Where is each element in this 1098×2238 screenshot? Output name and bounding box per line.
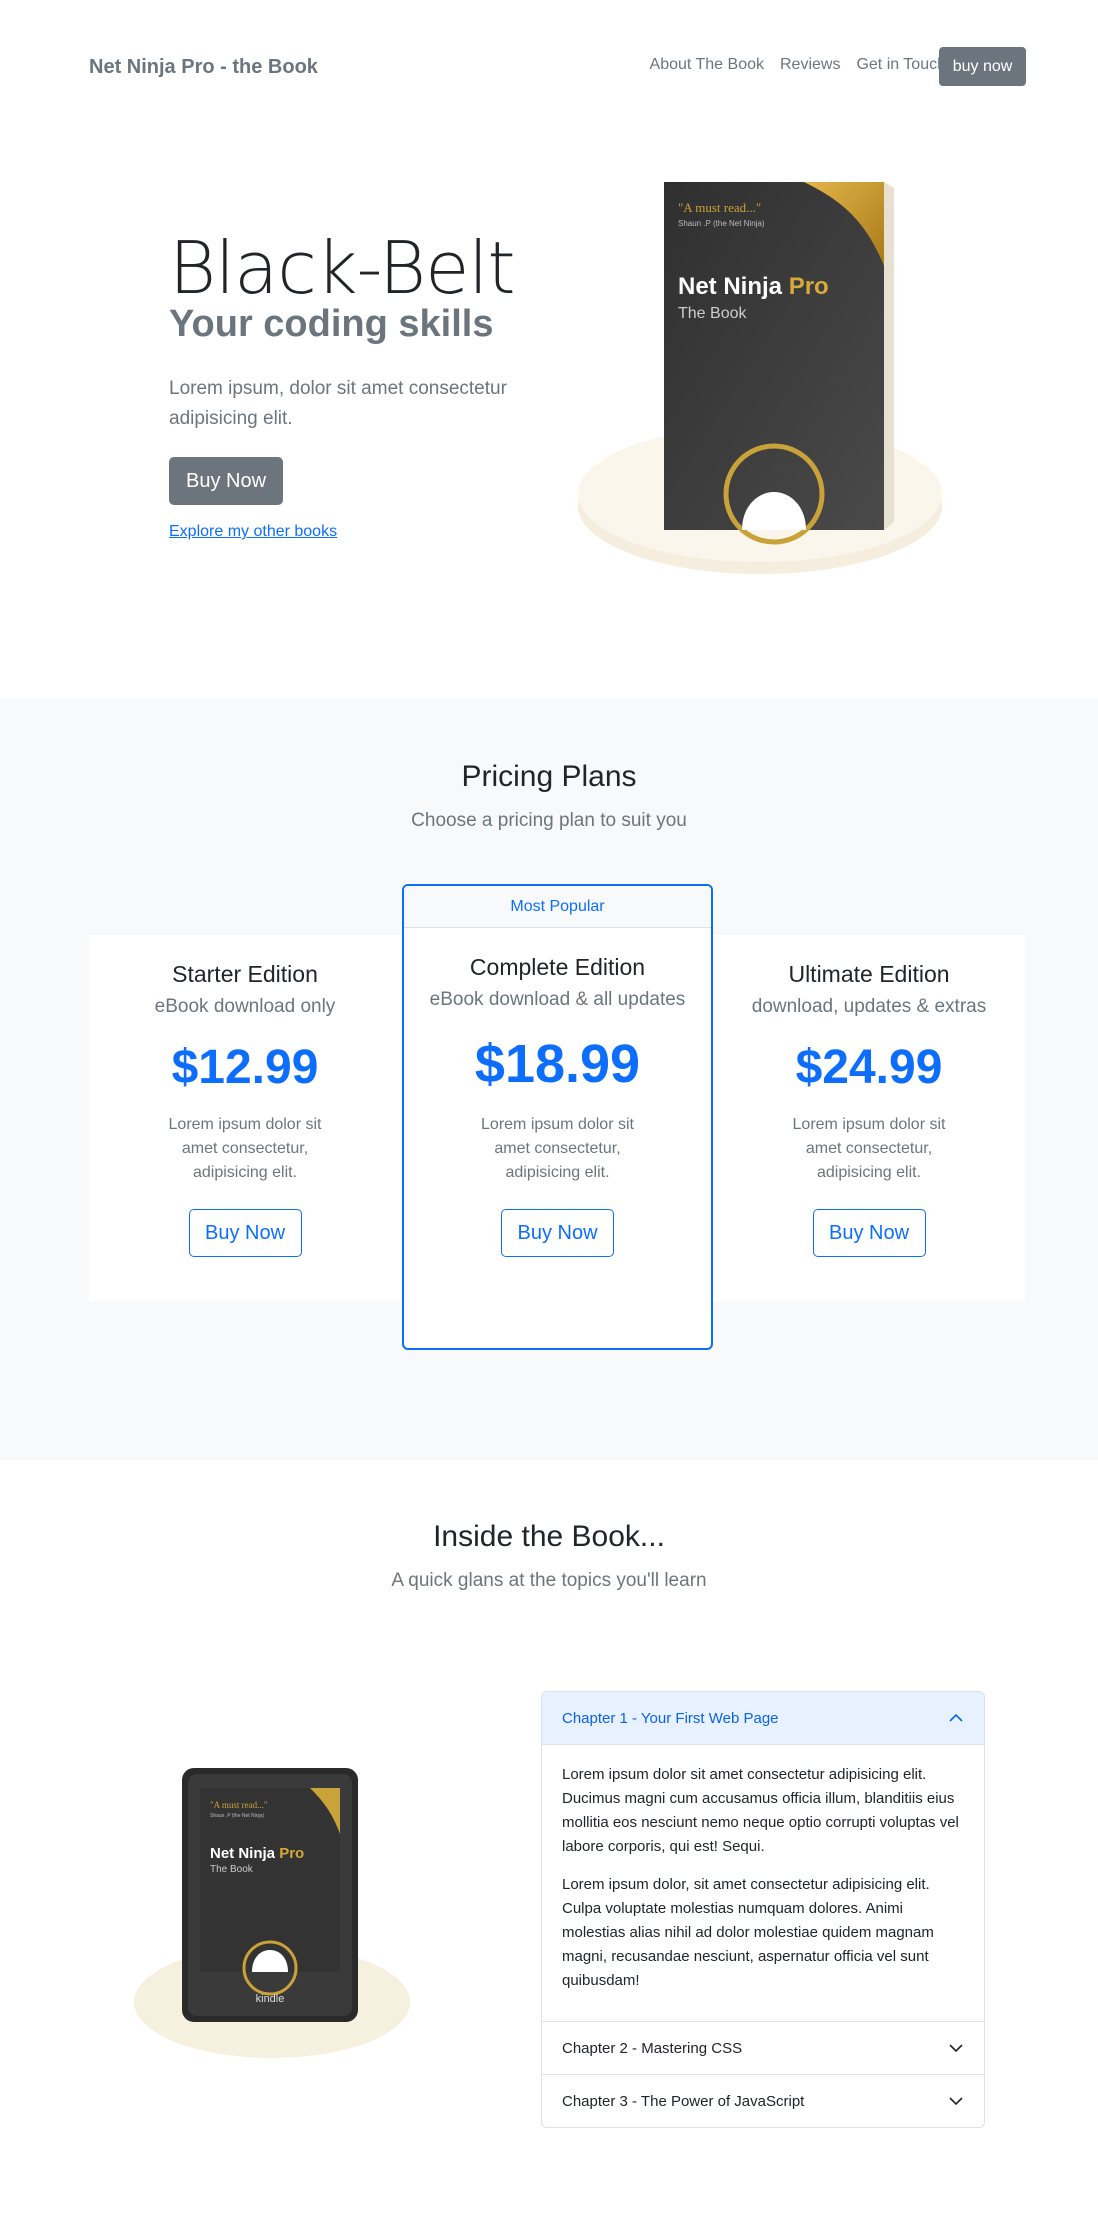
plan-description: download, updates & extras — [751, 996, 987, 1017]
buy-ultimate-button[interactable]: Buy Now — [812, 1209, 926, 1257]
chevron-down-icon — [949, 2097, 963, 2106]
chapter-3-header[interactable]: Chapter 3 - The Power of JavaScript — [542, 2074, 984, 2127]
book-title-pro: Pro — [789, 273, 829, 300]
pricing-card-starter: Starter Edition eBook download only $12.… — [89, 935, 401, 1301]
book-subtitle: The Book — [678, 305, 747, 322]
pricing-card-complete: Most Popular Complete Edition eBook down… — [402, 884, 713, 1350]
svg-text:Net Ninja Pro: Net Ninja Pro — [678, 273, 829, 300]
nav-links: About The Book Reviews Get in Touch — [650, 56, 946, 74]
hero-buy-button[interactable]: Buy Now — [169, 457, 283, 505]
plan-text: Lorem ipsum dolor sit amet consectetur, … — [168, 1116, 322, 1181]
kindle-image: "A must read..." Shaun .P (the Net Ninja… — [134, 1768, 410, 2058]
book-quote-author: Shaun .P (the Net Ninja) — [678, 219, 765, 228]
hero-lead: Lorem ipsum, dolor sit amet consectetur … — [169, 378, 507, 429]
kindle-label: kindle — [256, 1993, 285, 2005]
plan-text: Lorem ipsum dolor sit amet consectetur, … — [481, 1116, 634, 1181]
chapter-2-header[interactable]: Chapter 2 - Mastering CSS — [542, 2021, 984, 2074]
nav-buy-button[interactable]: buy now — [939, 47, 1026, 86]
chapter-1-paragraph: Lorem ipsum dolor, sit amet consectetur … — [562, 1876, 934, 1989]
kindle-quote: "A must read..." — [210, 1800, 268, 1810]
plan-name: Ultimate Edition — [788, 961, 950, 987]
pricing-subtitle: Choose a pricing plan to suit you — [411, 810, 687, 831]
buy-starter-button[interactable]: Buy Now — [188, 1209, 302, 1257]
kindle-title-pro: Pro — [279, 1845, 304, 1862]
plan-description: eBook download only — [154, 996, 336, 1017]
chapter-3-title: Chapter 3 - The Power of JavaScript — [562, 2092, 805, 2110]
chapter-1-title: Chapter 1 - Your First Web Page — [562, 1709, 779, 1727]
plan-name: Complete Edition — [469, 954, 646, 980]
kindle-title-main: Net Ninja — [210, 1845, 279, 1862]
chapter-1-paragraph: Lorem ipsum dolor sit amet consectetur a… — [562, 1766, 959, 1855]
hero-subtitle: Your coding skills — [169, 303, 494, 345]
chapter-1-header[interactable]: Chapter 1 - Your First Web Page — [542, 1692, 984, 1745]
book-title-main: Net Ninja — [678, 273, 789, 300]
explore-books-link[interactable]: Explore my other books — [169, 523, 337, 541]
buy-complete-button[interactable]: Buy Now — [501, 1209, 614, 1257]
svg-text:Net Ninja Pro: Net Ninja Pro — [210, 1845, 304, 1862]
chapters-accordion: Chapter 1 - Your First Web Page Lorem ip… — [541, 1691, 985, 2128]
plan-text: Lorem ipsum dolor sit amet consectetur, … — [792, 1116, 946, 1181]
chevron-up-icon — [949, 1713, 963, 1722]
pricing-title: Pricing Plans — [461, 760, 637, 793]
navbar: Net Ninja Pro - the Book About The Book … — [0, 0, 1098, 136]
plan-name: Starter Edition — [172, 961, 318, 987]
chevron-down-icon — [949, 2044, 963, 2053]
plan-price: $18.99 — [474, 1034, 641, 1094]
pricing-card-ultimate: Ultimate Edition download, updates & ext… — [713, 935, 1025, 1301]
plan-price: $12.99 — [171, 1041, 319, 1094]
brand-logo[interactable]: Net Ninja Pro - the Book — [89, 56, 318, 79]
inside-title: Inside the Book... — [433, 1520, 665, 1553]
chapter-2-title: Chapter 2 - Mastering CSS — [562, 2039, 743, 2057]
kindle-subtitle: The Book — [210, 1864, 254, 1875]
most-popular-badge: Most Popular — [404, 886, 711, 928]
nav-link-contact[interactable]: Get in Touch — [856, 56, 946, 74]
inside-subtitle: A quick glans at the topics you'll learn — [391, 1570, 707, 1591]
book-quote: "A must read..." — [678, 200, 761, 215]
plan-price: $24.99 — [795, 1041, 943, 1094]
nav-link-about[interactable]: About The Book — [650, 56, 764, 74]
hero-title: Black-Belt — [169, 226, 516, 310]
plan-description: eBook download & all updates — [429, 989, 686, 1010]
chapter-1-body: Lorem ipsum dolor sit amet consectetur a… — [542, 1745, 984, 2021]
book-cover-image: "A must read..." Shaun .P (the Net Ninja… — [578, 182, 942, 574]
kindle-quote-author: Shaun .P (the Net Ninja) — [210, 1813, 264, 1819]
nav-link-reviews[interactable]: Reviews — [780, 56, 840, 74]
